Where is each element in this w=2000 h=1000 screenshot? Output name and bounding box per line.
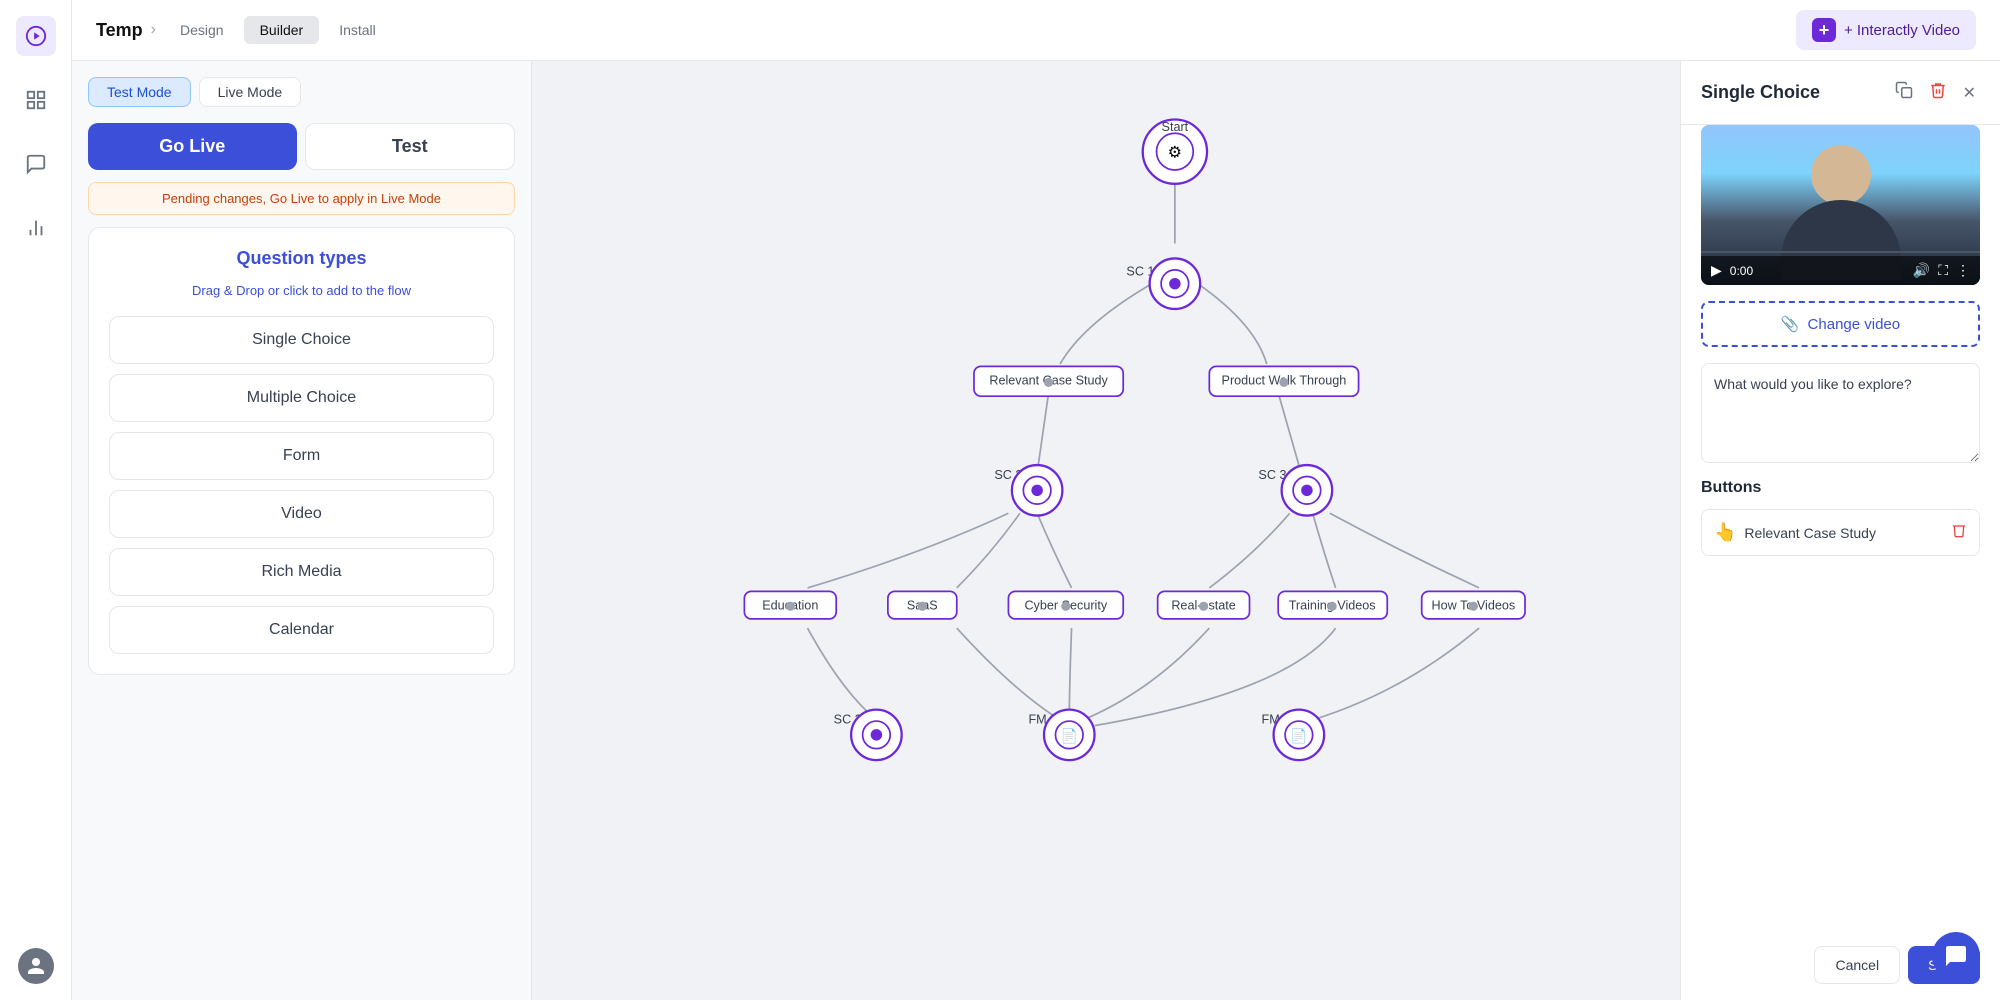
sidebar-item-chart[interactable]	[16, 208, 56, 248]
interactly-video-button[interactable]: + + Interactly Video	[1796, 10, 1976, 50]
paperclip-icon: 📎	[1781, 315, 1800, 333]
button-item-left: 👆 Relevant Case Study	[1714, 522, 1876, 543]
breadcrumb-arrow: ›	[151, 21, 156, 39]
tab-builder[interactable]: Builder	[244, 16, 320, 44]
live-mode-tab[interactable]: Live Mode	[199, 77, 302, 107]
volume-icon[interactable]: 🔊	[1913, 262, 1930, 279]
question-type-calendar[interactable]: Calendar	[109, 606, 494, 654]
nav-tabs: Design Builder Install	[164, 16, 392, 44]
buttons-section-title: Buttons	[1701, 479, 1980, 497]
sidebar-item-play[interactable]	[16, 16, 56, 56]
question-type-single-choice[interactable]: Single Choice	[109, 316, 494, 364]
cancel-button[interactable]: Cancel	[1814, 946, 1900, 984]
pending-notice: Pending changes, Go Live to apply in Liv…	[88, 182, 515, 215]
fullscreen-icon[interactable]: ⛶	[1938, 262, 1948, 279]
sidebar	[0, 0, 72, 1000]
plus-icon: +	[1812, 18, 1836, 42]
right-panel: Single Choice ✕	[1680, 61, 2000, 1000]
question-type-form[interactable]: Form	[109, 432, 494, 480]
tab-design[interactable]: Design	[164, 16, 240, 44]
main-content: Temp › Design Builder Install + + Intera…	[72, 0, 2000, 1000]
tab-install[interactable]: Install	[323, 16, 392, 44]
left-panel: Test Mode Live Mode Go Live Test Pending…	[72, 61, 532, 1000]
right-panel-header: Single Choice ✕	[1681, 61, 2000, 125]
drag-icon: 👆	[1714, 522, 1736, 543]
video-controls-right: 🔊 ⛶ ⋮	[1913, 262, 1970, 279]
button-delete-icon[interactable]	[1951, 522, 1967, 543]
question-types-subtitle: Drag & Drop or click to add to the flow	[109, 283, 494, 298]
svg-text:SC 3: SC 3	[1258, 468, 1286, 482]
video-progress-bar[interactable]	[1701, 251, 1980, 253]
video-time: 0:00	[1730, 264, 1753, 278]
question-type-video[interactable]: Video	[109, 490, 494, 538]
button-item-relevant-case-study: 👆 Relevant Case Study	[1701, 509, 1980, 556]
interactly-video-label: + Interactly Video	[1844, 22, 1960, 39]
question-types-panel: Question types Drag & Drop or click to a…	[88, 227, 515, 675]
topbar: Temp › Design Builder Install + + Intera…	[72, 0, 2000, 61]
close-button[interactable]: ✕	[1959, 79, 1980, 107]
svg-text:📄: 📄	[1061, 728, 1078, 745]
canvas-area[interactable]: Start ⚙ SC 1 Relevant Case Study Product…	[532, 61, 1680, 1000]
go-live-button[interactable]: Go Live	[88, 123, 297, 170]
button-label: Relevant Case Study	[1744, 525, 1876, 541]
topbar-left: Temp › Design Builder Install	[96, 16, 392, 44]
mode-tabs: Test Mode Live Mode	[88, 77, 515, 107]
sidebar-item-chat[interactable]	[16, 144, 56, 184]
change-video-button[interactable]: 📎 Change video	[1701, 301, 1980, 347]
change-video-label: Change video	[1808, 316, 1901, 333]
video-controls: ▶ 0:00 🔊 ⛶ ⋮	[1701, 256, 1980, 285]
flow-diagram: Start ⚙ SC 1 Relevant Case Study Product…	[532, 61, 1680, 1000]
svg-text:📄: 📄	[1290, 728, 1307, 745]
test-button[interactable]: Test	[305, 123, 516, 170]
chat-bubble[interactable]	[1932, 932, 1980, 980]
breadcrumb: Temp	[96, 20, 143, 41]
question-types-title: Question types	[109, 248, 494, 269]
user-avatar[interactable]	[18, 948, 54, 984]
buttons-section: Buttons 👆 Relevant Case Study	[1681, 479, 2000, 564]
delete-button[interactable]	[1925, 77, 1951, 108]
question-type-rich-media[interactable]: Rich Media	[109, 548, 494, 596]
sidebar-item-grid[interactable]	[16, 80, 56, 120]
video-container: ▶ 0:00 🔊 ⛶ ⋮	[1701, 125, 1980, 285]
test-mode-tab[interactable]: Test Mode	[88, 77, 191, 107]
svg-text:Start: Start	[1162, 120, 1189, 134]
right-panel-actions: ✕	[1891, 77, 1980, 108]
question-type-multiple-choice[interactable]: Multiple Choice	[109, 374, 494, 422]
copy-button[interactable]	[1891, 77, 1917, 108]
question-textarea[interactable]: What would you like to explore?	[1701, 363, 1980, 463]
more-icon[interactable]: ⋮	[1956, 262, 1970, 279]
action-buttons: Go Live Test	[88, 123, 515, 170]
right-panel-title: Single Choice	[1701, 82, 1820, 103]
content-area: Test Mode Live Mode Go Live Test Pending…	[72, 61, 2000, 1000]
svg-text:⚙: ⚙	[1168, 143, 1182, 161]
play-icon[interactable]: ▶	[1711, 262, 1722, 279]
